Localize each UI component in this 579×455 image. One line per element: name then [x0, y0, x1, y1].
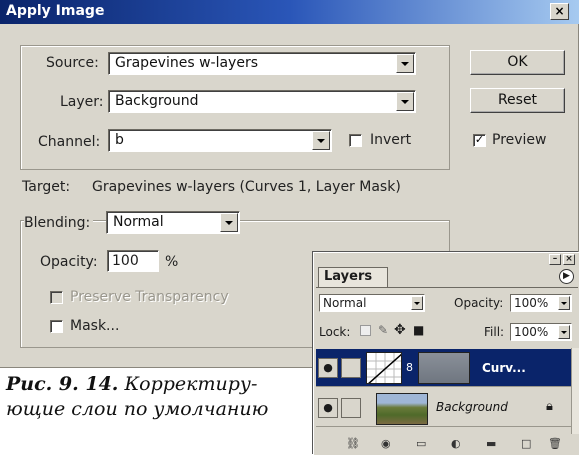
- opacity-input[interactable]: 100: [107, 250, 159, 272]
- fill-value: 100%: [514, 325, 549, 339]
- new-group-icon[interactable]: ▬: [486, 437, 496, 450]
- lock-move-icon[interactable]: ✥: [394, 322, 406, 338]
- blend-mode-select[interactable]: Normal: [319, 294, 425, 312]
- trash-icon[interactable]: 🗑︎: [548, 437, 562, 450]
- reset-button-label: Reset: [497, 92, 538, 108]
- ok-button[interactable]: OK: [470, 50, 565, 75]
- target-value: Grapevines w-layers (Curves 1, Layer Mas…: [92, 179, 401, 195]
- layers-footer: ⛓ ◉ ▭ ◐ ▬ □ 🗑︎: [316, 435, 571, 455]
- invert-label[interactable]: Invert: [370, 132, 411, 148]
- eye-icon[interactable]: ●: [318, 398, 338, 418]
- layer-name: Curv...: [482, 361, 526, 375]
- blending-select[interactable]: Normal: [106, 211, 240, 234]
- opacity-label: Opacity:: [40, 254, 98, 270]
- fill-label: Fill:: [484, 325, 505, 339]
- source-select[interactable]: Grapevines w-layers: [108, 52, 416, 75]
- opacity-value: 100: [112, 253, 139, 269]
- adjustment-layer-icon[interactable]: ◐: [451, 437, 461, 450]
- source-value: Grapevines w-layers: [115, 55, 259, 71]
- layers-opacity-input[interactable]: 100%: [510, 294, 572, 312]
- layer-select[interactable]: Background: [108, 90, 416, 113]
- mask-checkbox[interactable]: [50, 320, 63, 333]
- source-label: Source:: [46, 55, 99, 71]
- background-thumbnail[interactable]: [376, 393, 428, 425]
- chevron-down-icon[interactable]: [411, 296, 423, 310]
- lock-label: Lock:: [319, 325, 351, 339]
- channel-value: b: [115, 132, 124, 148]
- close-icon[interactable]: ×: [563, 254, 575, 265]
- tab-layers[interactable]: Layers: [318, 267, 388, 287]
- dialog-titlebar[interactable]: Apply Image ×: [0, 0, 579, 24]
- mask-label[interactable]: Mask...: [70, 318, 119, 334]
- blend-mode-value: Normal: [323, 296, 367, 310]
- new-layer-icon[interactable]: □: [521, 437, 531, 450]
- layer-row[interactable]: ● 8 Curv...: [316, 349, 571, 387]
- add-style-icon[interactable]: ◉: [381, 437, 391, 450]
- layers-opacity-label: Opacity:: [454, 296, 504, 310]
- preserve-transparency-checkbox[interactable]: [50, 291, 63, 304]
- tab-divider: [316, 287, 578, 288]
- figure-caption: Рис. 9. 14. Корректиру-ющие слои по умол…: [6, 372, 306, 422]
- blending-value: Normal: [113, 214, 164, 230]
- layer-row[interactable]: ● Background 🔒︎: [316, 389, 571, 427]
- layer-name: Background: [436, 400, 508, 414]
- layers-opacity-value: 100%: [514, 296, 549, 310]
- fill-input[interactable]: 100%: [510, 323, 572, 341]
- lock-icon: 🔒︎: [546, 399, 553, 414]
- close-icon: ×: [554, 4, 565, 18]
- link-layers-icon[interactable]: ⛓: [346, 437, 360, 450]
- tab-layers-label: Layers: [324, 269, 373, 284]
- caption-prefix: Рис. 9. 14.: [6, 373, 119, 395]
- layer-value: Background: [115, 93, 199, 109]
- chevron-down-icon[interactable]: [220, 213, 238, 232]
- lock-brush-icon[interactable]: ✎: [378, 323, 388, 337]
- invert-checkbox[interactable]: [349, 134, 362, 147]
- checkmark-icon: ✓: [474, 133, 485, 146]
- add-mask-icon[interactable]: ▭: [416, 437, 426, 450]
- layers-scrollbar[interactable]: [571, 348, 579, 434]
- close-button[interactable]: ×: [550, 3, 569, 20]
- dialog-title: Apply Image: [6, 3, 105, 19]
- layers-panel: – × Layers ▶ Normal Opacity: 100% Lock: …: [313, 252, 579, 455]
- chevron-right-icon[interactable]: [558, 325, 570, 339]
- curves-thumbnail[interactable]: [366, 352, 402, 384]
- layer-mask-thumbnail[interactable]: [418, 352, 470, 384]
- minimize-icon[interactable]: –: [549, 254, 561, 265]
- channel-select[interactable]: b: [108, 129, 332, 152]
- brush-icon[interactable]: [341, 358, 361, 378]
- chevron-right-icon[interactable]: [558, 296, 570, 310]
- panel-menu-icon[interactable]: ▶: [559, 269, 574, 284]
- opacity-unit: %: [165, 254, 179, 270]
- lock-transparency-icon[interactable]: [360, 325, 371, 336]
- preview-label[interactable]: Preview: [492, 132, 547, 148]
- blending-label: Blending:: [24, 215, 94, 231]
- eye-icon[interactable]: ●: [318, 358, 338, 378]
- chevron-down-icon[interactable]: [312, 131, 330, 150]
- layer-label: Layer:: [60, 94, 104, 110]
- preserve-transparency-label: Preserve Transparency: [70, 289, 229, 305]
- chevron-down-icon[interactable]: [396, 54, 414, 73]
- link-slot-icon: [341, 398, 361, 418]
- preview-checkbox[interactable]: ✓: [473, 134, 486, 147]
- chevron-down-icon[interactable]: [396, 92, 414, 111]
- reset-button[interactable]: Reset: [470, 88, 565, 113]
- channel-label: Channel:: [38, 134, 101, 150]
- ok-button-label: OK: [507, 54, 528, 70]
- lock-all-icon[interactable]: ■: [413, 323, 424, 337]
- target-label: Target:: [22, 179, 71, 195]
- link-icon[interactable]: 8: [406, 361, 413, 374]
